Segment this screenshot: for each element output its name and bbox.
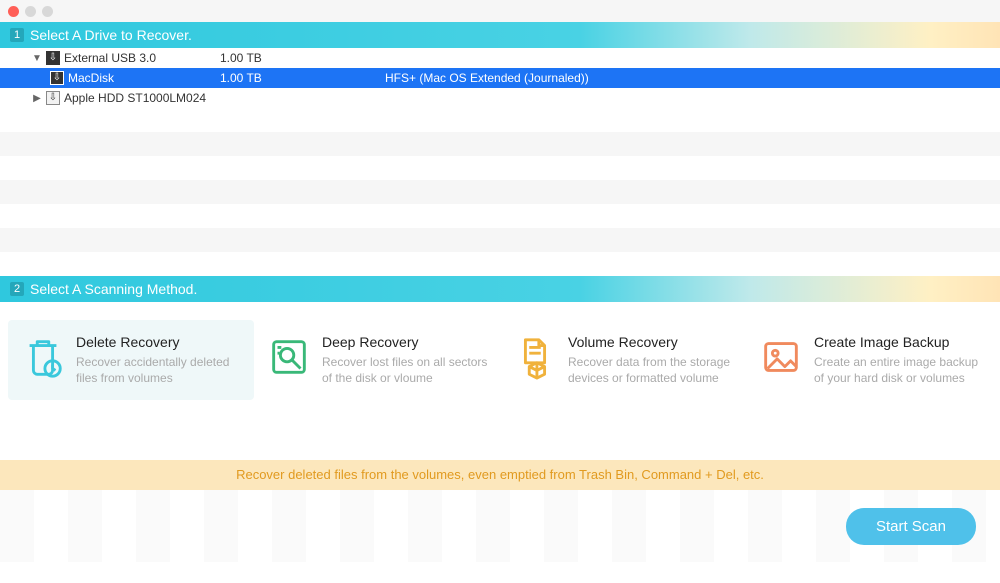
- method-title: Volume Recovery: [568, 334, 734, 350]
- window-titlebar: [0, 0, 1000, 22]
- section-drive-title: Select A Drive to Recover.: [30, 22, 192, 48]
- scanning-method-option[interactable]: Deep Recovery Recover lost files on all s…: [254, 320, 500, 400]
- drive-row[interactable]: ▼ ⇩ External USB 3.0 1.00 TB: [0, 48, 1000, 68]
- scanning-methods: Delete Recovery Recover accidentally dele…: [0, 302, 1000, 412]
- trash-clock-icon: [20, 334, 66, 380]
- drive-icon: ⇩: [46, 91, 60, 105]
- drive-format: HFS+ (Mac OS Extended (Journaled)): [385, 71, 1000, 85]
- step-badge-1: 1: [10, 28, 24, 42]
- method-title: Create Image Backup: [814, 334, 980, 350]
- scanning-method-option[interactable]: Create Image Backup Create an entire imag…: [746, 320, 992, 400]
- image-backup-icon: [758, 334, 804, 380]
- drive-name-label: Apple HDD ST1000LM024: [64, 91, 206, 105]
- method-title: Deep Recovery: [322, 334, 488, 350]
- zoom-window-button[interactable]: [42, 6, 53, 17]
- drive-size: 1.00 TB: [220, 51, 385, 65]
- method-description: Create an entire image backup of your ha…: [814, 354, 980, 386]
- drive-row[interactable]: ⇩ MacDisk 1.00 TBHFS+ (Mac OS Extended (Jo…: [0, 68, 1000, 88]
- method-description: Recover data from the storage devices or…: [568, 354, 734, 386]
- drive-size: 1.00 TB: [220, 71, 385, 85]
- section-method-header: 2 Select A Scanning Method.: [0, 276, 1000, 302]
- deep-scan-icon: [266, 334, 312, 380]
- chevron-right-icon[interactable]: ▶: [32, 93, 42, 104]
- method-title: Delete Recovery: [76, 334, 242, 350]
- minimize-window-button[interactable]: [25, 6, 36, 17]
- step-badge-2: 2: [10, 282, 24, 296]
- volume-icon: [512, 334, 558, 380]
- method-description: Recover accidentally deleted files from …: [76, 354, 242, 386]
- drive-name-label: MacDisk: [68, 71, 114, 85]
- method-tip: Recover deleted files from the volumes, …: [0, 460, 1000, 490]
- drive-row[interactable]: ▶ ⇩ Apple HDD ST1000LM024: [0, 88, 1000, 108]
- footer: Start Scan: [0, 490, 1000, 562]
- drive-icon: ⇩: [50, 71, 64, 85]
- drive-icon: ⇩: [46, 51, 60, 65]
- section-drive-header: 1 Select A Drive to Recover.: [0, 22, 1000, 48]
- drive-list: ▼⇩External USB 3.01.00 TB⇩MacDisk1.00 TB…: [0, 48, 1000, 108]
- close-window-button[interactable]: [8, 6, 19, 17]
- scanning-method-option[interactable]: Volume Recovery Recover data from the sto…: [500, 320, 746, 400]
- method-description: Recover lost files on all sectors of the…: [322, 354, 488, 386]
- start-scan-button[interactable]: Start Scan: [846, 508, 976, 545]
- section-method-title: Select A Scanning Method.: [30, 276, 197, 302]
- drive-list-filler: [0, 108, 1000, 276]
- drive-name-label: External USB 3.0: [64, 51, 156, 65]
- chevron-down-icon[interactable]: ▼: [32, 53, 42, 64]
- scanning-method-option[interactable]: Delete Recovery Recover accidentally dele…: [8, 320, 254, 400]
